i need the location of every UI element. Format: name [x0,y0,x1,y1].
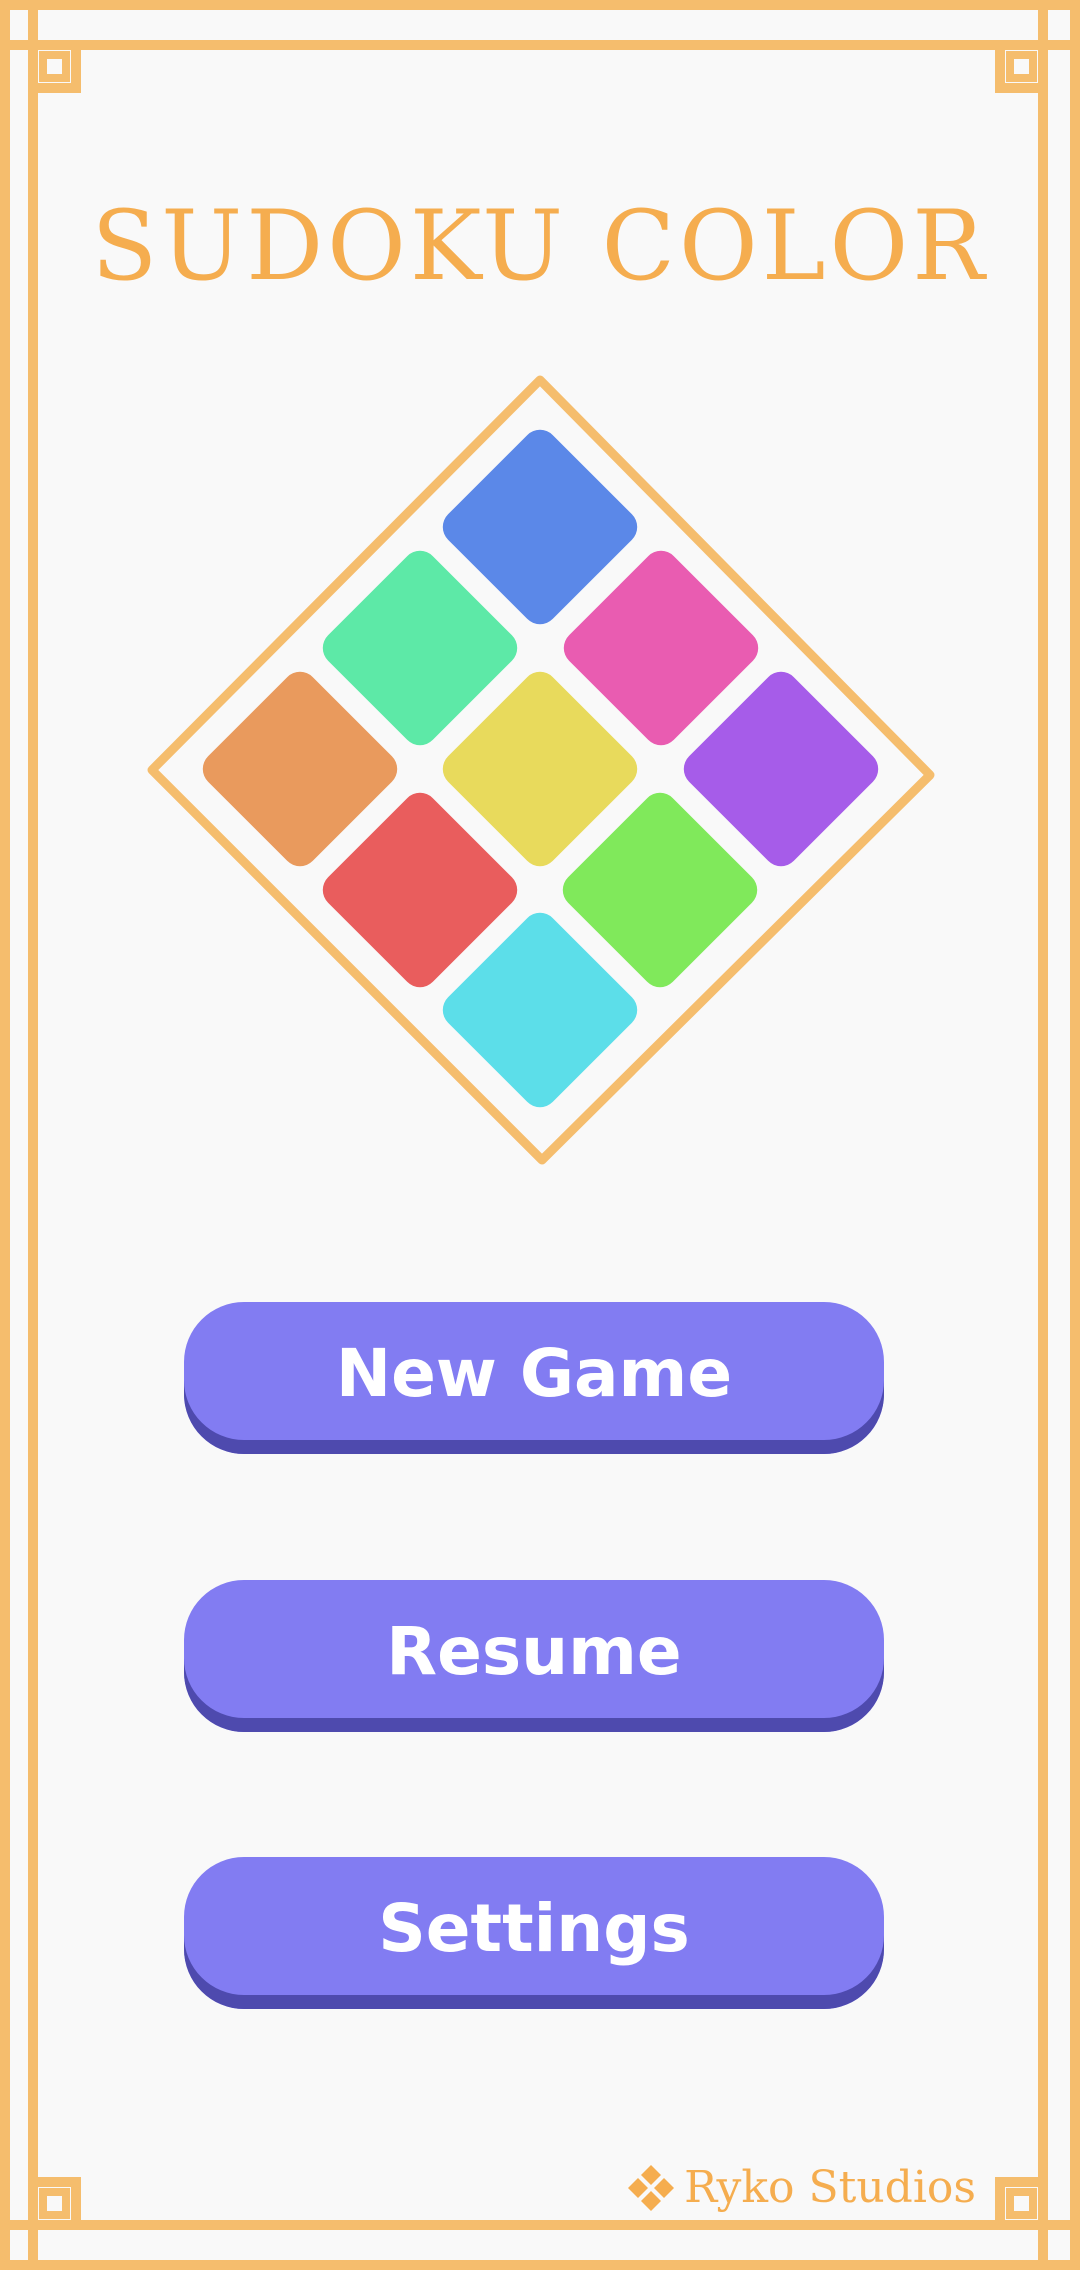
resume-button[interactable]: Resume [184,1580,884,1732]
main-menu-screen: SUDOKU COLOR New Game Resume Settings Ry… [0,0,1080,2270]
settings-button[interactable]: Settings [184,1857,884,2009]
studio-name: Ryko Studios [684,2162,976,2213]
studio-credit: Ryko Studios [626,2162,976,2213]
new-game-button[interactable]: New Game [184,1302,884,1454]
diamond-cluster-icon [628,2164,675,2211]
